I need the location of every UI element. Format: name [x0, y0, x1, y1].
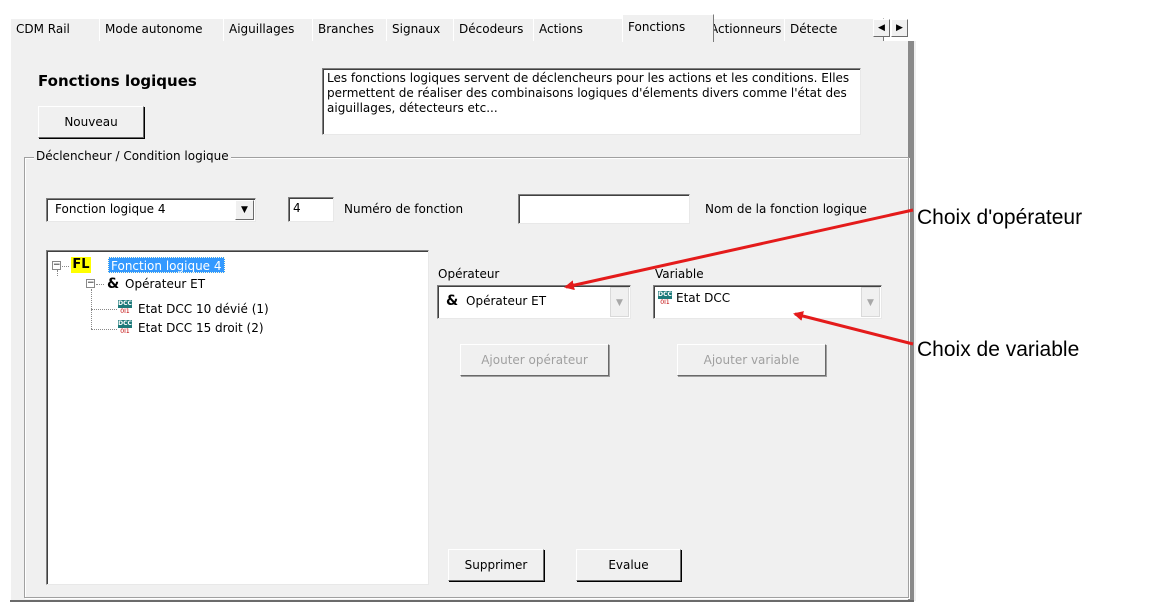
arrow-right-icon: ▶: [896, 23, 903, 33]
tab-scroll-right-button[interactable]: ▶: [891, 19, 908, 37]
tab-fonctions[interactable]: Fonctions: [622, 14, 714, 42]
operator-choice-callout: Choix d'opérateur: [917, 206, 1083, 229]
variable-callout-arrow: [793, 311, 914, 346]
callout-arrows: [564, 208, 914, 346]
operator-callout-arrow: [564, 208, 914, 291]
tab-scroll-left-button[interactable]: ◀: [873, 19, 890, 37]
arrow-left-icon: ◀: [878, 23, 885, 33]
variable-choice-callout: Choix de variable: [917, 338, 1080, 361]
